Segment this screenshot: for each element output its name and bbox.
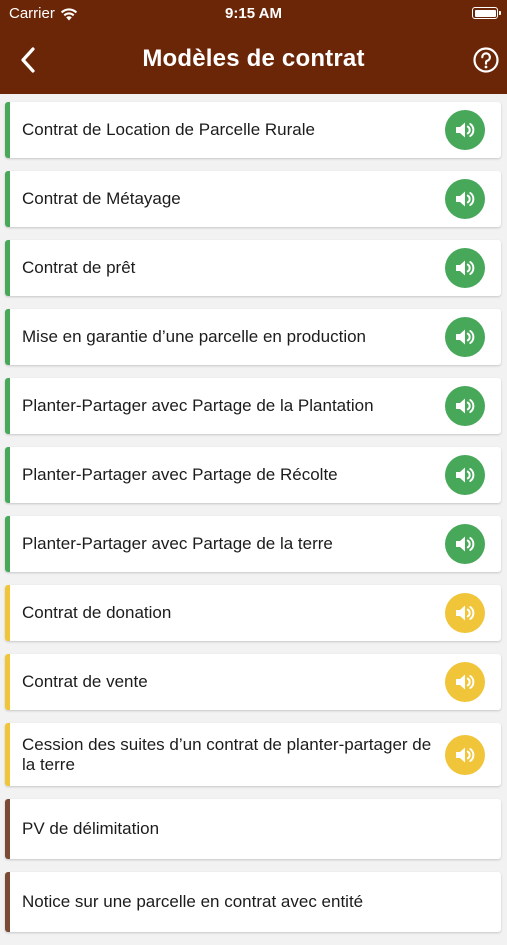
category-accent-bar	[5, 102, 10, 158]
speaker-icon	[456, 329, 475, 345]
speaker-icon	[456, 747, 475, 762]
category-accent-bar	[5, 378, 10, 434]
contract-item[interactable]: Contrat de Location de Parcelle Rurale	[5, 102, 501, 158]
play-audio-button[interactable]	[445, 662, 485, 702]
speaker-icon	[456, 398, 475, 414]
contract-item[interactable]: Planter-Partager avec Partage de la Plan…	[5, 378, 501, 434]
contract-title: PV de délimitation	[22, 819, 160, 838]
contract-title: Contrat de vente	[22, 672, 148, 691]
speaker-icon	[456, 122, 475, 138]
category-accent-bar	[5, 240, 10, 296]
contract-title: Notice sur une parcelle en contrat avec …	[22, 892, 364, 911]
play-audio-button[interactable]	[445, 524, 485, 564]
page-title: Modèles de contrat	[142, 45, 365, 72]
contract-title: Contrat de prêt	[22, 258, 136, 277]
contract-item[interactable]: Contrat de vente	[5, 654, 501, 710]
speaker-icon	[456, 467, 475, 483]
status-bar: Carrier 9:15 AM	[0, 0, 507, 30]
contract-title: Planter-Partager avec Partage de la terr…	[22, 534, 333, 553]
contract-title: Contrat de donation	[22, 603, 172, 622]
contract-title: Contrat de Métayage	[22, 189, 181, 208]
help-circle-icon	[473, 47, 499, 73]
category-accent-bar	[5, 309, 10, 365]
contract-item[interactable]: Planter-Partager avec Partage de Récolte	[5, 447, 501, 503]
play-audio-button[interactable]	[445, 179, 485, 219]
contract-title: Planter-Partager avec Partage de la Plan…	[22, 396, 374, 415]
help-button[interactable]	[472, 46, 500, 74]
category-accent-bar	[5, 723, 10, 786]
play-audio-button[interactable]	[445, 248, 485, 288]
contract-title: Contrat de Location de Parcelle Rurale	[22, 120, 315, 139]
battery-icon	[472, 7, 501, 19]
play-audio-button[interactable]	[445, 386, 485, 426]
contract-item[interactable]: Contrat de Métayage	[5, 171, 501, 227]
contract-item[interactable]: Contrat de prêt	[5, 240, 501, 296]
contract-item[interactable]: Contrat de donation	[5, 585, 501, 641]
contract-item[interactable]: Planter-Partager avec Partage de la terr…	[5, 516, 501, 572]
contract-item[interactable]: PV de délimitation	[5, 799, 501, 859]
play-audio-button[interactable]	[445, 110, 485, 150]
navigation-bar: Modèles de contrat	[0, 30, 507, 94]
category-accent-bar	[5, 171, 10, 227]
contract-item[interactable]: Notice sur une parcelle en contrat avec …	[5, 872, 501, 932]
contract-title: Cession des suites d’un contrat de plant…	[22, 734, 432, 774]
category-accent-bar	[5, 585, 10, 641]
category-accent-bar	[5, 516, 10, 572]
contract-title: Mise en garantie d’une parcelle en produ…	[22, 327, 367, 346]
contract-item[interactable]: Cession des suites d’un contrat de plant…	[5, 723, 501, 786]
speaker-icon	[456, 536, 475, 552]
category-accent-bar	[5, 447, 10, 503]
category-accent-bar	[5, 799, 10, 859]
speaker-icon	[456, 674, 475, 690]
play-audio-button[interactable]	[445, 593, 485, 633]
category-accent-bar	[5, 654, 10, 710]
speaker-icon	[456, 191, 475, 207]
speaker-icon	[456, 260, 475, 276]
contract-item[interactable]: Mise en garantie d’une parcelle en produ…	[5, 309, 501, 365]
play-audio-button[interactable]	[445, 734, 485, 775]
app-header: Carrier 9:15 AM Modèles de contrat	[0, 0, 507, 94]
contract-list: Contrat de Location de Parcelle Rurale Co…	[5, 102, 501, 945]
play-audio-button[interactable]	[445, 455, 485, 495]
play-audio-button[interactable]	[445, 317, 485, 357]
status-time: 9:15 AM	[225, 5, 282, 22]
contract-title: Planter-Partager avec Partage de Récolte	[22, 465, 338, 484]
speaker-icon	[456, 605, 475, 621]
category-accent-bar	[5, 872, 10, 932]
